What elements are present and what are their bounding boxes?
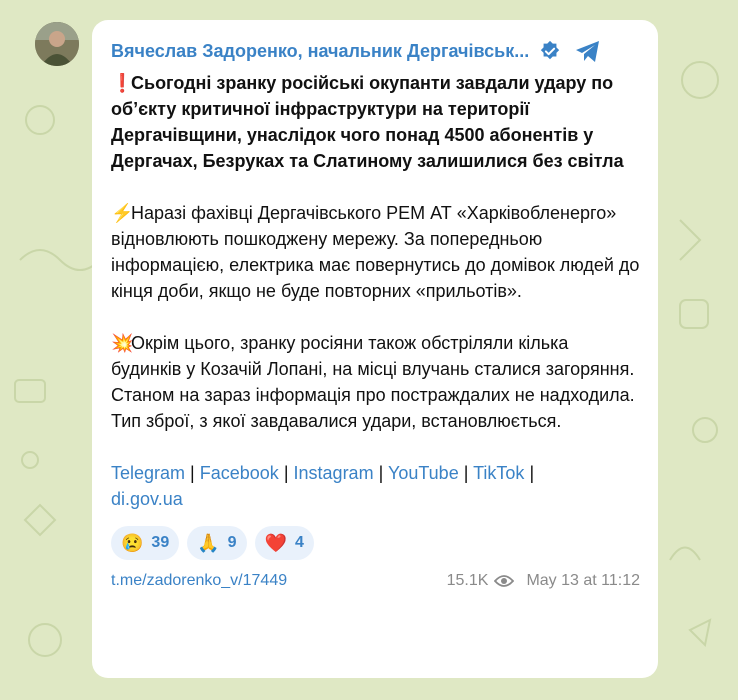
post-permalink[interactable]: t.me/zadorenko_v/17449 [111, 572, 287, 590]
post-lead-paragraph: ❗Сьогодні зранку російські окупанти завд… [111, 70, 640, 174]
post-header: Вячеслав Задоренко, начальник Дергачівсь… [111, 36, 640, 66]
reaction-count: 9 [227, 534, 237, 551]
link-facebook[interactable]: Facebook [200, 463, 279, 483]
reaction-heart[interactable]: ❤️ 4 [254, 526, 314, 560]
link-separator: | [463, 463, 469, 483]
link-separator: | [190, 463, 195, 483]
link-site[interactable]: di.gov.ua [111, 489, 183, 509]
link-youtube[interactable]: YouTube [388, 463, 459, 483]
reaction-count: 39 [151, 534, 170, 551]
post-paragraph-shelling: 💥Окрім цього, зранку росіяни також обстр… [111, 330, 640, 434]
post-paragraph-shelling-text: Окрім цього, зранку росіяни також обстрі… [111, 333, 635, 431]
lightning-icon: ⚡ [111, 203, 134, 223]
reaction-count: 4 [294, 534, 304, 551]
post-date: May 13 at 11:12 [526, 572, 640, 589]
link-separator: | [283, 463, 289, 483]
eye-icon [494, 575, 515, 587]
link-telegram[interactable]: Telegram [111, 463, 185, 483]
post-footer: t.me/zadorenko_v/17449 15.1K May 13 at 1… [111, 572, 640, 590]
reaction-crying[interactable]: 😢 39 [111, 526, 180, 560]
channel-avatar[interactable] [35, 22, 79, 66]
link-separator: | [529, 463, 535, 483]
heart-icon: ❤️ [264, 532, 287, 553]
crying-face-icon: 😢 [121, 532, 144, 553]
verified-badge-icon [541, 40, 560, 60]
exclamation-icon: ❗ [111, 73, 134, 93]
post-card: Вячеслав Задоренко, начальник Дергачівсь… [92, 20, 658, 678]
post-paragraph-repairs-text: Наразі фахівці Дергачівського РЕМ АТ «Ха… [111, 203, 640, 301]
explosion-icon: 💥 [111, 333, 134, 353]
post-body: ❗Сьогодні зранку російські окупанти завд… [111, 70, 640, 512]
reactions-bar: 😢 39 🙏 9 ❤️ 4 [111, 526, 640, 560]
reaction-pray[interactable]: 🙏 9 [187, 526, 247, 560]
social-links: Telegram | Facebook | Instagram | YouTub… [111, 460, 640, 512]
link-instagram[interactable]: Instagram [294, 463, 374, 483]
post-meta: 15.1K May 13 at 11:12 [447, 572, 640, 590]
telegram-icon[interactable] [573, 36, 603, 66]
link-separator: | [378, 463, 384, 483]
view-count: 15.1K [446, 572, 489, 589]
post-paragraph-repairs: ⚡Наразі фахівці Дергачівського РЕМ АТ «Х… [111, 200, 640, 304]
praying-hands-icon: 🙏 [197, 532, 220, 553]
link-tiktok[interactable]: TikTok [473, 463, 524, 483]
post-lead-text: Сьогодні зранку російські окупанти завда… [111, 73, 624, 171]
channel-name[interactable]: Вячеслав Задоренко, начальник Дергачівсь… [111, 41, 529, 62]
avatar-portrait-icon [35, 22, 79, 66]
